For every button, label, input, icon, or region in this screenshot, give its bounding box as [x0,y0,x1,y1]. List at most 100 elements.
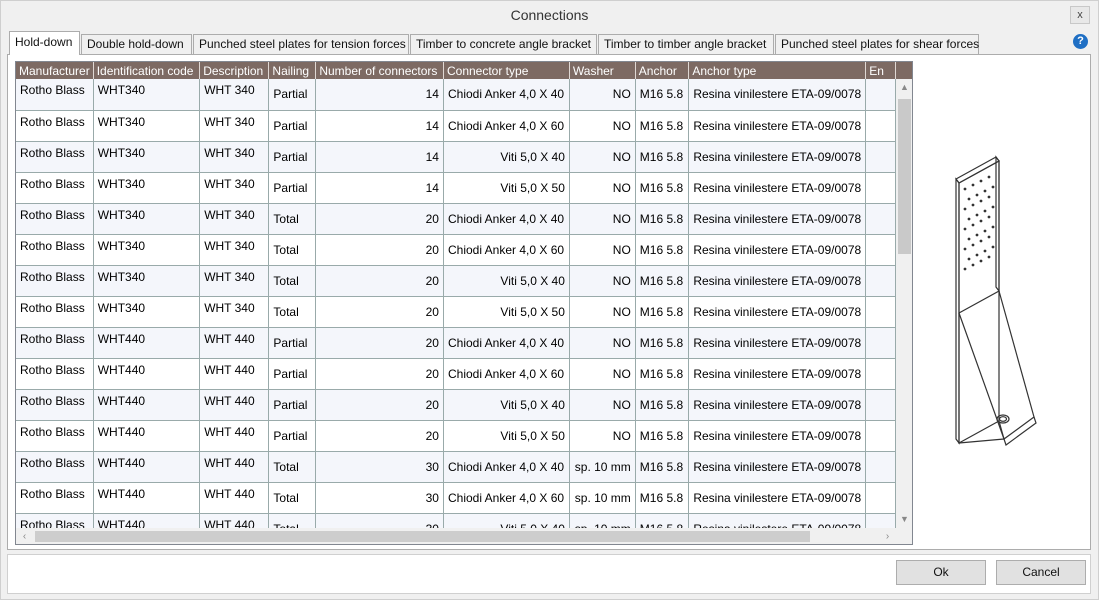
connector-count-cell[interactable]: 30 [315,482,444,514]
identification-code-cell[interactable]: WHT340 [93,79,201,111]
connector-type-cell[interactable]: Chiodi Anker 4,0 X 40 [443,203,570,235]
nailing-cell[interactable]: Partial [268,420,317,452]
truncated-cell[interactable] [865,358,896,390]
anchor-cell[interactable]: M16 5.8 [635,482,690,514]
anchor-cell[interactable]: M16 5.8 [635,327,690,359]
tab-punched-plates-shear[interactable]: Punched steel plates for shear forces [775,34,979,54]
connector-type-cell[interactable]: Viti 5,0 X 40 [443,141,570,173]
description-cell[interactable]: WHT 440 [199,513,270,528]
description-cell[interactable]: WHT 440 [199,482,270,514]
vertical-scroll-thumb[interactable] [898,99,911,254]
column-header-connector-type[interactable]: Connector type [443,62,570,79]
anchor-type-cell[interactable]: Resina vinilestere ETA-09/0078 [688,110,867,142]
nailing-cell[interactable]: Total [268,451,317,483]
connector-type-cell[interactable]: Chiodi Anker 4,0 X 60 [443,234,570,266]
truncated-cell[interactable] [865,203,896,235]
table-row[interactable]: Rotho Blass WHT340 WHT 340 Partial 14 Chiodi … [16,79,896,111]
nailing-cell[interactable]: Partial [268,172,317,204]
washer-cell[interactable]: NO [569,327,636,359]
truncated-cell[interactable] [865,451,896,483]
anchor-cell[interactable]: M16 5.8 [635,110,690,142]
scroll-right-icon[interactable]: › [879,528,896,544]
tab-timber-timber-bracket[interactable]: Timber to timber angle bracket [598,34,774,54]
manufacturer-cell[interactable]: Rotho Blass [16,482,94,514]
connector-count-cell[interactable]: 20 [315,389,444,421]
identification-code-cell[interactable]: WHT340 [93,234,201,266]
description-cell[interactable]: WHT 440 [199,327,270,359]
anchor-type-cell[interactable]: Resina vinilestere ETA-09/0078 [688,420,867,452]
ok-button[interactable]: Ok [896,560,986,585]
anchor-type-cell[interactable]: Resina vinilestere ETA-09/0078 [688,389,867,421]
help-icon[interactable]: ? [1073,34,1088,49]
table-row[interactable]: Rotho BlassWHT440WHT 440Total30Viti 5,0 … [16,513,896,528]
connector-count-cell[interactable]: 20 [315,234,444,266]
manufacturer-cell[interactable]: Rotho Blass [16,79,94,111]
anchor-type-cell[interactable]: Resina vinilestere ETA-09/0078 [688,141,867,173]
connector-type-cell[interactable]: Chiodi Anker 4,0 X 40 [443,327,570,359]
connector-count-cell[interactable]: 20 [315,203,444,235]
nailing-cell[interactable]: Partial [268,389,317,421]
tab-double-hold-down[interactable]: Double hold-down [81,34,192,54]
connector-count-cell[interactable]: 14 [315,110,444,142]
anchor-type-cell[interactable]: Resina vinilestere ETA-09/0078 [688,234,867,266]
manufacturer-cell[interactable]: Rotho Blass [16,451,94,483]
washer-cell[interactable]: NO [569,265,636,297]
identification-code-cell[interactable]: WHT340 [93,172,201,204]
connector-count-cell[interactable]: 20 [315,420,444,452]
table-row[interactable]: Rotho Blass WHT440 WHT 440 Partial 20 Viti 5,… [16,420,896,452]
truncated-cell[interactable] [865,234,896,266]
connector-type-cell[interactable]: Chiodi Anker 4,0 X 60 [443,110,570,142]
washer-cell[interactable]: sp. 10 mm [569,513,636,528]
description-cell[interactable]: WHT 340 [199,296,270,328]
washer-cell[interactable]: NO [569,296,636,328]
washer-cell[interactable]: sp. 10 mm [569,482,636,514]
truncated-cell[interactable] [865,172,896,204]
identification-code-cell[interactable]: WHT340 [93,203,201,235]
table-row[interactable]: Rotho Blass WHT340 WHT 340 Partial 14 Viti 5,… [16,172,896,204]
truncated-cell[interactable] [865,296,896,328]
nailing-cell[interactable]: Partial [268,141,317,173]
washer-cell[interactable]: NO [569,234,636,266]
connector-type-cell[interactable]: Viti 5,0 X 50 [443,296,570,328]
tab-punched-plates-tension[interactable]: Punched steel plates for tension forces [193,34,409,54]
scroll-up-icon[interactable]: ▲ [896,79,912,96]
truncated-cell[interactable] [865,110,896,142]
anchor-cell[interactable]: M16 5.8 [635,172,690,204]
column-header-washer[interactable]: Washer [569,62,636,79]
washer-cell[interactable]: sp. 10 mm [569,451,636,483]
column-header-anchor[interactable]: Anchor [635,62,690,79]
manufacturer-cell[interactable]: Rotho Blass [16,110,94,142]
washer-cell[interactable]: NO [569,389,636,421]
description-cell[interactable]: WHT 340 [199,265,270,297]
anchor-type-cell[interactable]: Resina vinilestere ETA-09/0078 [688,451,867,483]
anchor-cell[interactable]: M16 5.8 [635,358,690,390]
table-row[interactable]: Rotho Blass WHT340 WHT 340 Total 20 Chiodi An… [16,234,896,266]
description-cell[interactable]: WHT 340 [199,79,270,111]
truncated-cell[interactable] [865,79,896,111]
connector-count-cell[interactable]: 14 [315,79,444,111]
cancel-button[interactable]: Cancel [996,560,1086,585]
horizontal-scrollbar[interactable]: ‹ › [16,528,896,544]
anchor-type-cell[interactable]: Resina vinilestere ETA-09/0078 [688,482,867,514]
connector-count-cell[interactable]: 20 [315,296,444,328]
nailing-cell[interactable]: Total [268,513,317,528]
identification-code-cell[interactable]: WHT440 [93,513,201,528]
anchor-cell[interactable]: M16 5.8 [635,141,690,173]
nailing-cell[interactable]: Partial [268,358,317,390]
column-header-manufacturer[interactable]: Manufacturer [16,62,94,79]
connector-count-cell[interactable]: 20 [315,358,444,390]
manufacturer-cell[interactable]: Rotho Blass [16,513,94,528]
connector-type-cell[interactable]: Chiodi Anker 4,0 X 40 [443,451,570,483]
column-header-nailing[interactable]: Nailing [268,62,317,79]
table-row[interactable]: Rotho Blass WHT440 WHT 440 Partial 20 Chiodi … [16,327,896,359]
truncated-cell[interactable] [865,265,896,297]
connector-count-cell[interactable]: 30 [315,513,444,528]
horizontal-scroll-thumb[interactable] [35,531,810,542]
truncated-cell[interactable] [865,141,896,173]
manufacturer-cell[interactable]: Rotho Blass [16,172,94,204]
description-cell[interactable]: WHT 340 [199,234,270,266]
anchor-cell[interactable]: M16 5.8 [635,234,690,266]
manufacturer-cell[interactable]: Rotho Blass [16,234,94,266]
column-header-identification-code[interactable]: Identification code [93,62,201,79]
connector-count-cell[interactable]: 14 [315,141,444,173]
